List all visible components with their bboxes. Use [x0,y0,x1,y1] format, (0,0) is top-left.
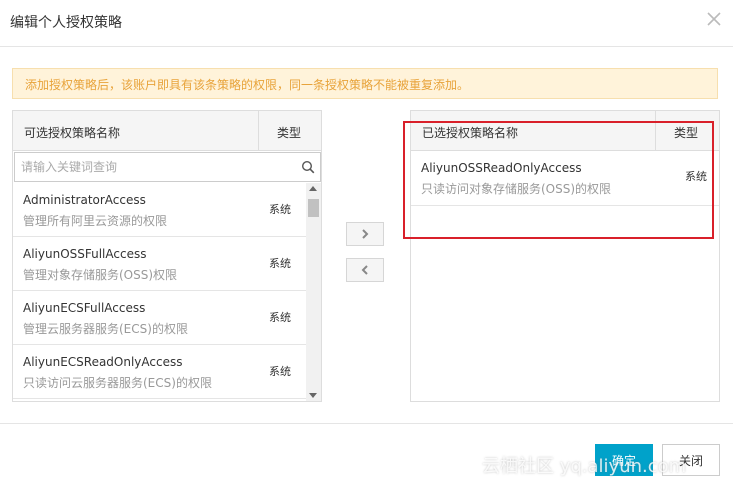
policy-name: AliyunOSSReadOnlyAccess [421,161,582,175]
selected-policies-panel: 已选授权策略名称 类型 AliyunOSSReadOnlyAccess 只读访问… [410,110,720,402]
policy-type: 系统 [269,311,291,324]
list-item[interactable]: AliyunOSSFullAccess 管理对象存储服务(OSS)权限 系统 [13,237,306,291]
available-list: AdministratorAccess 管理所有阿里云资源的权限 系统 Aliy… [13,183,306,401]
scroll-up-icon[interactable] [309,186,317,191]
close-button[interactable]: 关闭 [662,444,720,476]
available-col-type: 类型 [277,126,302,140]
scroll-thumb[interactable] [308,199,319,217]
selected-col-name: 已选授权策略名称 [422,126,519,140]
watermark: 云栖社区 yq.aliyun.com [482,456,687,477]
available-header: 可选授权策略名称 类型 [13,111,321,151]
selected-list-item[interactable]: AliyunOSSReadOnlyAccess 只读访问对象存储服务(OSS)的… [411,151,719,206]
search-box [14,152,321,182]
move-left-button[interactable] [346,258,384,282]
available-col-name: 可选授权策略名称 [24,126,121,140]
policy-type: 系统 [269,203,291,216]
policy-desc: 管理云服务器服务(ECS)的权限 [23,322,188,336]
policy-desc: 管理对象存储服务(OSS)权限 [23,268,178,282]
list-item[interactable]: AliyunECSReadOnlyAccess 只读访问云服务器服务(ECS)的… [13,345,306,399]
search-icon[interactable] [301,160,315,174]
policy-desc: 只读访问云服务器服务(ECS)的权限 [23,376,212,390]
footer-divider [0,423,733,424]
chevron-left-icon [361,265,368,275]
column-divider [655,111,656,150]
policy-type: 系统 [269,257,291,270]
search-input[interactable] [15,153,295,181]
confirm-button[interactable]: 确定 [595,444,653,476]
policy-type: 系统 [685,170,707,183]
list-scrollbar[interactable] [306,183,321,401]
policy-type: 系统 [269,365,291,378]
policy-name: AliyunECSReadOnlyAccess [23,355,183,369]
column-divider [258,111,259,150]
scroll-down-icon[interactable] [309,393,317,398]
list-item[interactable]: AliyunECSFullAccess 管理云服务器服务(ECS)的权限 系统 [13,291,306,345]
dialog-title: 编辑个人授权策略 [10,15,122,31]
policy-desc: 只读访问对象存储服务(OSS)的权限 [421,182,612,196]
notice-banner: 添加授权策略后，该账户即具有该条策略的权限，同一条授权策略不能被重复添加。 [12,68,718,99]
selected-col-type: 类型 [674,126,699,140]
header-divider [0,46,733,47]
move-right-button[interactable] [346,222,384,246]
policy-name: AliyunOSSFullAccess [23,247,147,261]
close-icon[interactable] [705,10,723,28]
policy-desc: 管理所有阿里云资源的权限 [23,214,168,228]
selected-header: 已选授权策略名称 类型 [411,111,719,151]
chevron-right-icon [362,229,369,239]
list-item[interactable]: AdministratorAccess 管理所有阿里云资源的权限 系统 [13,183,306,237]
available-policies-panel: 可选授权策略名称 类型 AdministratorAccess 管理所有阿里云资… [12,110,322,402]
policy-name: AliyunECSFullAccess [23,301,146,315]
policy-name: AdministratorAccess [23,193,146,207]
